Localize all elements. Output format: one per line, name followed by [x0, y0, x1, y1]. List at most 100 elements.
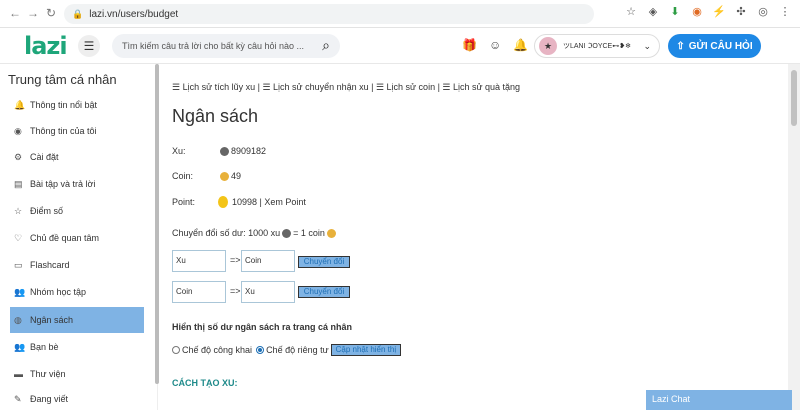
sidebar-item-writing[interactable]: ✎ Đang viết — [10, 386, 144, 412]
lazi-chat-button[interactable]: Lazi Chat — [646, 390, 792, 410]
header-icons: 🎁 ☺ 🔔 — [462, 38, 528, 52]
search-placeholder: Tìm kiếm câu trả lời cho bất kỳ câu hỏi … — [122, 41, 304, 51]
point-balance-row: Point: 10998 | Xem Point — [172, 196, 306, 208]
coins-icon: ◍ — [14, 314, 22, 325]
display-balance-label: Hiển thị số dư ngân sách ra trang cá nhâ… — [172, 322, 353, 332]
xu-amount-input[interactable]: Xu — [172, 250, 226, 272]
gift-icon[interactable]: 🎁 — [462, 38, 477, 52]
conversion-rate-row: Chuyển đổi số dư: 1000 xu = 1 coin — [172, 228, 338, 238]
upload-icon: ⇧ — [676, 40, 685, 52]
user-circle-icon: ◉ — [14, 125, 22, 136]
xu-value: 8909182 — [231, 146, 267, 156]
coin-amount-input[interactable]: Coin — [172, 281, 226, 303]
sidebar-item-highlights[interactable]: 🔔 Thông tin nổi bật — [10, 92, 144, 118]
sidebar-item-budget[interactable]: ◍ Ngân sách — [10, 307, 144, 333]
address-bar[interactable]: 🔒 lazi.vn/users/budget — [64, 4, 594, 24]
search-input[interactable]: Tìm kiếm câu trả lời cho bất kỳ câu hỏi … — [112, 34, 340, 58]
sidebar-item-label: Thông tin nổi bật — [30, 100, 98, 110]
coin-label: Coin: — [172, 171, 194, 181]
back-icon[interactable]: ← — [6, 6, 24, 20]
star-icon: ☆ — [14, 205, 23, 216]
card-icon: ▭ — [14, 259, 23, 270]
sidebar-scrollbar[interactable] — [155, 64, 159, 384]
browser-toolbar: ← → ↻ 🔒 lazi.vn/users/budget ☆ ◈ ⬇ ◉ ⚡ ✣… — [0, 0, 800, 28]
group-icon: 👥 — [14, 286, 26, 297]
private-mode-label[interactable]: Chế độ riêng tư — [266, 345, 329, 355]
create-xu-heading: CÁCH TẠO XU: — [172, 378, 238, 388]
page-scroll-thumb[interactable] — [791, 70, 797, 126]
sidebar-item-label: Thông tin của tôi — [30, 126, 97, 136]
menu-dots-icon[interactable]: ⋮ — [778, 5, 792, 18]
site-header: lazi ☰ Tìm kiếm câu trả lời cho bất kỳ c… — [0, 28, 800, 64]
xu-balance-row: Xu: 8909182 — [172, 146, 266, 156]
avatar: ★ — [539, 37, 557, 55]
sidebar-item-flashcard[interactable]: ▭ Flashcard — [10, 252, 144, 278]
update-display-button[interactable]: Cập nhật hiển thị — [330, 344, 402, 356]
folder-icon: ▬ — [14, 369, 23, 379]
point-value[interactable]: 10998 | Xem Point — [232, 197, 306, 207]
extension-icon[interactable]: ⚡ — [712, 5, 726, 18]
public-mode-label[interactable]: Chế độ công khai — [182, 345, 252, 355]
chat-icon[interactable]: ☺ — [489, 38, 501, 52]
page-title: Ngân sách — [172, 106, 259, 126]
reload-icon[interactable]: ↻ — [42, 6, 60, 20]
xu-label: Xu: — [172, 146, 186, 156]
display-mode-options: Chế độ công khai Chế độ riêng tư Cập nhậ… — [172, 344, 402, 356]
sidebar-item-friends[interactable]: 👥 Bạn bè — [10, 334, 144, 360]
conversion-arrow: => — [230, 255, 241, 265]
sidebar-item-label: Đang viết — [30, 394, 69, 404]
coin-icon — [220, 171, 229, 181]
xu-coin-icon — [220, 146, 229, 156]
puzzle-icon[interactable]: ✣ — [734, 5, 748, 18]
sidebar-item-label: Cài đặt — [30, 152, 59, 162]
sidebar-item-study-group[interactable]: 👥 Nhóm học tập — [10, 279, 144, 305]
xu-coin-icon — [282, 228, 292, 238]
profile-icon[interactable]: ◎ — [756, 5, 770, 18]
convert-xu-to-coin-button[interactable]: Chuyển đổi — [298, 256, 350, 268]
sidebar-item-exercises[interactable]: ▤ Bài tập và trả lời — [10, 171, 144, 197]
extension-icon[interactable]: ◉ — [690, 5, 704, 18]
pen-icon: ✎ — [14, 393, 22, 404]
notification-bell-icon[interactable]: 🔔 — [513, 38, 528, 52]
lazi-logo[interactable]: lazi — [24, 32, 68, 60]
lock-icon: 🔒 — [72, 8, 84, 19]
coin-result-input[interactable]: Coin — [241, 250, 295, 272]
coin-value: 49 — [231, 171, 242, 181]
bell-icon: 🔔 — [14, 99, 26, 110]
hamburger-menu-icon[interactable]: ☰ — [78, 35, 100, 57]
public-mode-radio[interactable] — [172, 346, 180, 354]
book-icon: ▤ — [14, 178, 23, 189]
conversion-arrow: => — [230, 286, 241, 296]
sidebar-item-label: Điểm số — [30, 206, 64, 216]
search-icon[interactable]: ⌕ — [322, 37, 330, 54]
budget-panel: ☰ Lịch sử tích lũy xu | ☰ Lịch sử chuyển… — [164, 64, 788, 410]
user-menu[interactable]: ★ ツLANI ℑOYCE⊷❥❄ ⌄ — [534, 34, 660, 58]
sidebar-item-label: Bạn bè — [30, 342, 59, 352]
xu-result-input[interactable]: Xu — [241, 281, 295, 303]
sidebar-item-settings[interactable]: ⚙ Cài đặt — [10, 144, 144, 170]
heart-icon: ♡ — [14, 232, 23, 243]
conversion-rate-suffix: = 1 coin — [293, 228, 325, 238]
page-scrollbar[interactable] — [788, 64, 800, 410]
sidebar-item-label: Flashcard — [30, 260, 70, 270]
sidebar-item-my-info[interactable]: ◉ Thông tin của tôi — [10, 118, 144, 144]
sidebar-item-library[interactable]: ▬ Thư viện — [10, 361, 144, 387]
download-icon[interactable]: ⬇ — [668, 5, 682, 18]
conversion-rate-text: Chuyển đổi số dư: 1000 xu — [172, 228, 281, 238]
sidebar-item-topics[interactable]: ♡ Chủ đề quan tâm — [10, 225, 144, 251]
bookmark-star-icon[interactable]: ☆ — [624, 5, 638, 18]
private-mode-radio[interactable] — [256, 346, 265, 354]
ask-question-label: GỬI CÂU HỎI — [688, 40, 753, 52]
history-links[interactable]: ☰ Lịch sử tích lũy xu | ☰ Lịch sử chuyển… — [172, 82, 520, 93]
forward-icon[interactable]: → — [24, 6, 42, 20]
url-text: lazi.vn/users/budget — [89, 8, 179, 20]
personal-center-sidebar: Trung tâm cá nhân 🔔 Thông tin nổi bật ◉ … — [0, 64, 158, 410]
chevron-down-icon: ⌄ — [643, 40, 651, 51]
sidebar-item-scores[interactable]: ☆ Điểm số — [10, 198, 144, 224]
gear-icon: ⚙ — [14, 151, 23, 162]
convert-coin-to-xu-button[interactable]: Chuyển đổi — [298, 286, 350, 298]
friends-icon: 👥 — [14, 341, 26, 352]
ask-question-button[interactable]: ⇧ GỬI CÂU HỎI — [668, 34, 761, 58]
browser-extensions: ☆ ◈ ⬇ ◉ ⚡ ✣ ◎ ⋮ — [624, 5, 792, 18]
extension-icon[interactable]: ◈ — [646, 5, 660, 18]
